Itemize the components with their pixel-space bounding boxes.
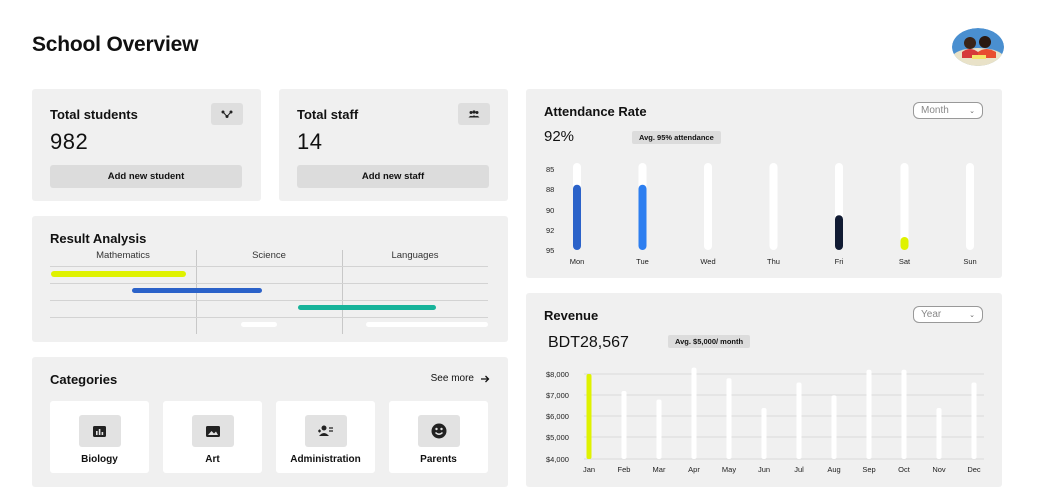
revenue-bar-nov[interactable]: [936, 408, 942, 459]
result-bar-languages[interactable]: [298, 305, 436, 310]
x-tick-label: Thu: [767, 257, 780, 266]
x-tick-label: Fri: [834, 257, 844, 266]
avatar[interactable]: [952, 28, 1004, 66]
attendance-bar-fri[interactable]: [835, 215, 843, 250]
revenue-bar-apr[interactable]: [691, 367, 697, 459]
total-students-value: 982: [50, 129, 89, 154]
attendance-bar-sat[interactable]: [900, 236, 909, 250]
grid-row-line: [50, 317, 488, 318]
x-tick-label: Mon: [569, 257, 585, 266]
total-staff-card: Total staff 14 Add new staff: [279, 89, 508, 201]
category-biology[interactable]: Biology: [50, 401, 149, 473]
category-parents[interactable]: Parents: [389, 401, 488, 473]
x-tick-label: Dec: [967, 465, 981, 474]
category-label: Administration: [290, 454, 361, 465]
x-tick-label: Mar: [652, 465, 666, 474]
x-tick-label: Jul: [794, 465, 804, 474]
column-science: Science: [252, 250, 286, 261]
revenue-bar-oct[interactable]: [901, 369, 907, 459]
category-art[interactable]: Art: [163, 401, 262, 473]
add-new-staff-button[interactable]: Add new staff: [297, 165, 489, 188]
revenue-bar-sep[interactable]: [866, 369, 872, 459]
revenue-bar-jan[interactable]: [586, 374, 592, 459]
x-tick-label: Sun: [963, 257, 977, 266]
group-icon: [458, 103, 490, 125]
network-icon: [211, 103, 243, 125]
total-students-card: Total students 982 Add new student: [32, 89, 261, 201]
attendance-bar-track: [704, 163, 712, 250]
grid-row-line: [50, 283, 488, 284]
see-more-link[interactable]: See more: [431, 373, 490, 384]
x-tick-label: Feb: [617, 465, 631, 474]
attendance-bar-track: [769, 163, 778, 250]
result-analysis-card: Result Analysis Mathematics Science Lang…: [32, 216, 508, 342]
result-analysis-title: Result Analysis: [50, 231, 147, 246]
categories-card: Categories See more Biology Art Administ…: [32, 357, 508, 487]
x-tick-label: Nov: [932, 465, 946, 474]
categories-title: Categories: [50, 372, 118, 387]
column-languages: Languages: [391, 250, 439, 261]
x-tick-label: Jun: [757, 465, 771, 474]
result-bar-science[interactable]: [132, 288, 262, 293]
see-more-label: See more: [430, 373, 474, 384]
attendance-card: Attendance Rate Month ⌄ 92% Avg. 95% att…: [526, 89, 1002, 278]
smiley-icon: [417, 415, 460, 447]
revenue-card: Revenue Year ⌄ BDT28,567 Avg. $5,000/ mo…: [526, 293, 1002, 487]
revenue-bar-jul[interactable]: [796, 382, 802, 460]
revenue-bar-mar[interactable]: [656, 399, 662, 460]
revenue-bar-may[interactable]: [726, 378, 732, 459]
revenue-bar-aug[interactable]: [831, 395, 837, 459]
x-tick-label: Oct: [898, 465, 910, 474]
total-staff-value: 14: [297, 129, 323, 154]
grid-divider: [342, 250, 343, 334]
bar-chart-icon: [78, 415, 121, 447]
image-icon: [191, 415, 234, 447]
category-label: Biology: [81, 454, 118, 465]
result-bar-mathematics[interactable]: [51, 271, 186, 277]
result-bar-empty: [241, 322, 277, 327]
page-title: School Overview: [32, 33, 199, 56]
attendance-bar-mon[interactable]: [573, 184, 581, 250]
x-tick-label: Apr: [688, 465, 700, 474]
revenue-bar-feb[interactable]: [621, 391, 627, 459]
x-tick-label: Sep: [862, 465, 876, 474]
x-tick-label: Tue: [636, 257, 649, 266]
category-label: Parents: [420, 454, 457, 465]
x-tick-label: Jan: [582, 465, 596, 474]
category-administration[interactable]: Administration: [276, 401, 375, 473]
result-bar-empty: [366, 322, 488, 327]
add-new-student-button[interactable]: Add new student: [50, 165, 242, 188]
avatar-image: [952, 28, 1004, 66]
total-students-title: Total students: [50, 107, 138, 122]
total-staff-title: Total staff: [297, 107, 359, 122]
category-label: Art: [205, 454, 220, 465]
x-tick-label: Aug: [827, 465, 841, 474]
revenue-bar-jun[interactable]: [761, 408, 767, 459]
arrow-right-icon: [481, 375, 490, 382]
attendance-bar-track: [966, 163, 974, 250]
column-mathematics: Mathematics: [96, 250, 150, 261]
x-tick-label: Sat: [898, 257, 911, 266]
attendance-bar-tue[interactable]: [638, 184, 647, 250]
revenue-bars: [584, 367, 984, 460]
x-tick-label: Wed: [700, 257, 716, 266]
revenue-bar-dec[interactable]: [971, 382, 977, 460]
grid-row-line: [50, 300, 488, 301]
attendance-bars: [573, 163, 974, 250]
admin-users-icon: [304, 415, 347, 447]
x-tick-label: May: [721, 465, 737, 474]
grid-row-line: [50, 266, 488, 267]
